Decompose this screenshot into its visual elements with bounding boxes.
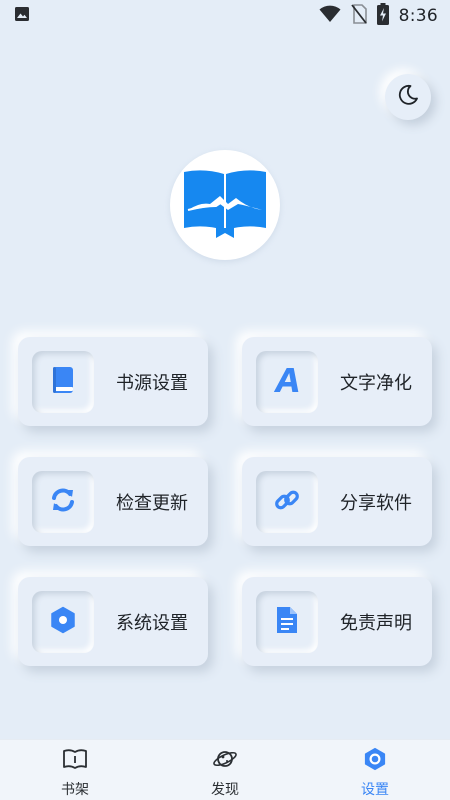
bottom-nav: 书架 发现 设置 (0, 739, 450, 800)
book-icon (51, 366, 75, 398)
document-icon (275, 605, 299, 639)
icon-container (32, 350, 94, 413)
link-icon (273, 486, 301, 518)
status-bar: 8:36 (0, 0, 450, 32)
card-label: 书源设置 (116, 372, 188, 394)
text-purify-card[interactable]: 文字净化 (242, 337, 432, 426)
nav-item-discover[interactable]: 发现 (150, 740, 300, 800)
book-mountain-logo (180, 166, 270, 244)
settings-hex-icon (363, 747, 387, 771)
book-source-settings-card[interactable]: 书源设置 (18, 337, 208, 426)
planet-icon (212, 747, 238, 771)
nav-item-settings[interactable]: 设置 (300, 740, 450, 800)
letter-a-icon (273, 366, 301, 398)
check-update-card[interactable]: 检查更新 (18, 457, 208, 546)
nav-item-bookshelf[interactable]: 书架 (0, 740, 150, 800)
moon-icon (396, 83, 420, 111)
icon-container (32, 470, 94, 533)
wifi-icon (319, 5, 341, 27)
app-logo (170, 150, 280, 260)
battery-charging-icon (376, 3, 389, 29)
icon-container (256, 470, 318, 533)
disclaimer-card[interactable]: 免责声明 (242, 577, 432, 666)
nav-label: 设置 (361, 782, 389, 798)
status-time: 8:36 (398, 6, 438, 26)
refresh-icon (49, 486, 77, 518)
image-icon (14, 6, 30, 26)
settings-hex-icon (49, 606, 77, 638)
card-label: 系统设置 (116, 612, 188, 634)
nav-label: 发现 (211, 782, 239, 798)
menu-grid: 书源设置 文字净化 检查更新 分享软件 系统设置 免责声明 (18, 337, 432, 666)
no-sim-icon (350, 4, 367, 28)
icon-container (256, 350, 318, 413)
icon-container (32, 590, 94, 653)
card-label: 文字净化 (340, 372, 412, 394)
card-label: 免责声明 (340, 612, 412, 634)
nav-label: 书架 (61, 782, 89, 798)
bookshelf-icon (62, 747, 88, 771)
theme-toggle-button[interactable] (385, 74, 431, 120)
card-label: 检查更新 (116, 492, 188, 514)
icon-container (256, 590, 318, 653)
share-app-card[interactable]: 分享软件 (242, 457, 432, 546)
system-settings-card[interactable]: 系统设置 (18, 577, 208, 666)
card-label: 分享软件 (340, 492, 412, 514)
